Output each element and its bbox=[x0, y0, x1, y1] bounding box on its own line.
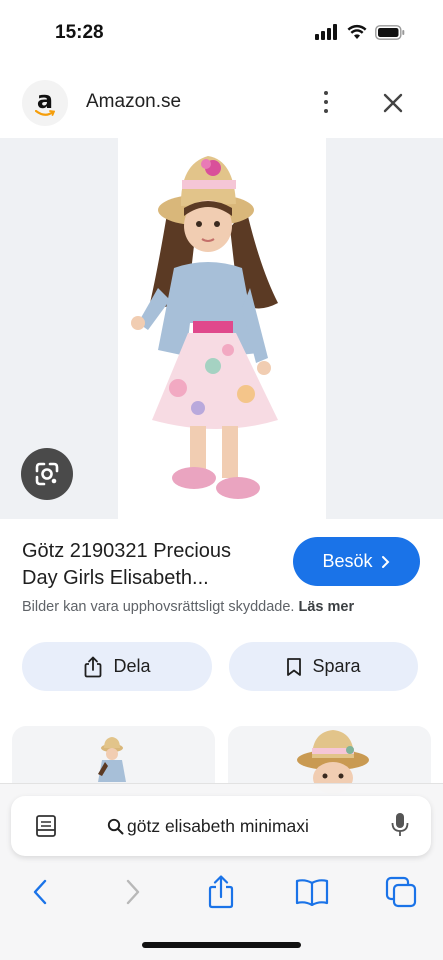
learn-more-link[interactable]: Läs mer bbox=[298, 599, 354, 615]
site-name[interactable]: Amazon.se bbox=[86, 91, 181, 113]
home-indicator bbox=[142, 942, 301, 948]
copyright-text: Bilder kan vara upphovsrättsligt skyddad… bbox=[22, 599, 295, 615]
doll-illustration bbox=[131, 156, 278, 499]
status-bar: 15:28 bbox=[0, 0, 443, 66]
amazon-smile-icon bbox=[35, 110, 55, 116]
signal-icon bbox=[315, 24, 337, 40]
share-icon bbox=[85, 656, 102, 677]
bookmarks-book-icon[interactable] bbox=[292, 872, 332, 912]
browser-chrome: götz elisabeth minimaxi bbox=[0, 783, 443, 960]
visit-label: Besök bbox=[322, 551, 373, 571]
save-label: Spara bbox=[312, 656, 361, 676]
status-icons bbox=[315, 24, 405, 40]
back-icon[interactable] bbox=[20, 872, 60, 912]
site-header: a Amazon.se bbox=[0, 72, 443, 132]
amazon-logo[interactable]: a bbox=[22, 80, 68, 126]
copyright-notice: Bilder kan vara upphovsrättsligt skyddad… bbox=[22, 599, 354, 615]
close-icon[interactable] bbox=[378, 88, 408, 118]
product-image-viewer[interactable] bbox=[0, 138, 443, 519]
visit-button[interactable]: Besök bbox=[293, 537, 420, 586]
battery-icon bbox=[375, 24, 405, 40]
reader-icon[interactable] bbox=[35, 814, 57, 838]
product-title-line2: Day Girls Elisabeth... bbox=[22, 567, 209, 589]
forward-icon[interactable] bbox=[113, 872, 153, 912]
search-query[interactable]: götz elisabeth minimaxi bbox=[107, 816, 309, 837]
search-icon bbox=[107, 818, 124, 835]
share-label: Dela bbox=[113, 656, 151, 676]
product-title[interactable]: Götz 2190321 Precious Day Girls Elisabet… bbox=[22, 538, 282, 592]
status-time: 15:28 bbox=[55, 22, 104, 43]
more-vert-icon[interactable] bbox=[314, 86, 338, 118]
chevron-right-icon bbox=[381, 555, 389, 568]
address-text: götz elisabeth minimaxi bbox=[127, 816, 309, 836]
share-sheet-icon[interactable] bbox=[201, 872, 241, 912]
address-bar[interactable]: götz elisabeth minimaxi bbox=[11, 796, 431, 856]
product-image bbox=[118, 138, 326, 519]
share-button[interactable]: Dela bbox=[22, 642, 212, 691]
wifi-icon bbox=[347, 24, 367, 39]
google-lens-icon[interactable] bbox=[21, 448, 73, 500]
browser-toolbar bbox=[0, 872, 443, 912]
product-title-line1: Götz 2190321 Precious bbox=[22, 540, 232, 562]
save-button[interactable]: Spara bbox=[229, 642, 418, 691]
mic-icon[interactable] bbox=[391, 812, 409, 838]
bookmark-icon bbox=[287, 657, 302, 676]
tabs-icon[interactable] bbox=[381, 872, 421, 912]
